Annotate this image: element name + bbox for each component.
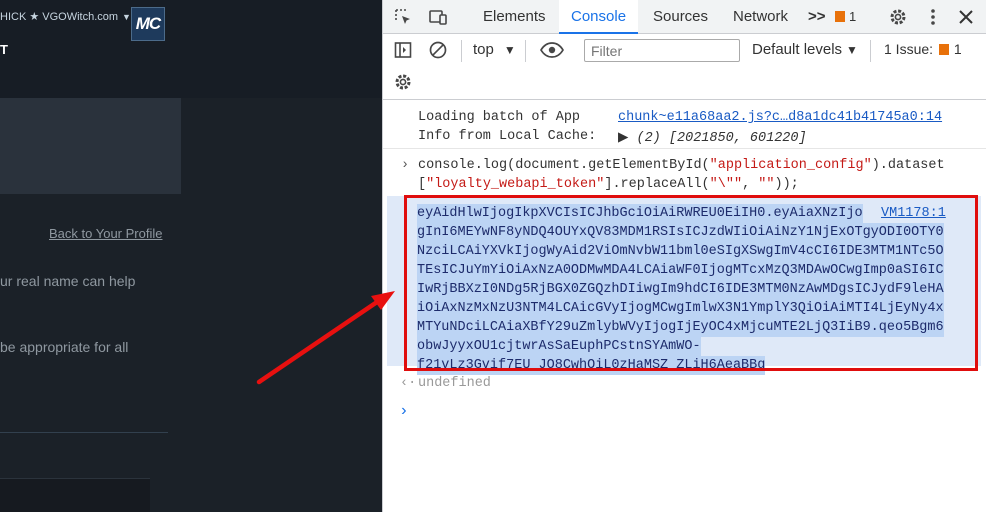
avatar[interactable]: MC <box>131 7 165 41</box>
kebab-menu-icon[interactable] <box>923 7 943 27</box>
filter-input[interactable] <box>584 39 740 62</box>
clear-console-icon[interactable] <box>428 40 448 60</box>
command-string: "loyalty_webapi_token" <box>426 177 605 192</box>
tab-elements[interactable]: Elements <box>483 0 546 33</box>
command-string: "application_config" <box>709 158 872 173</box>
help-text-line1: ur real name can help <box>0 273 136 289</box>
toolbar-separator <box>525 40 526 62</box>
command-line2: ["loyalty_webapi_token"].replaceAll("\""… <box>418 177 799 192</box>
tab-console[interactable]: Console <box>559 0 639 34</box>
sidebar-toggle-icon[interactable] <box>393 40 413 60</box>
tab-network[interactable]: Network <box>733 0 788 33</box>
log-levels-select[interactable]: Default levels ▼ <box>752 41 858 58</box>
issues-label: 1 Issue: <box>884 41 934 57</box>
command-text: [ <box>418 177 427 192</box>
log-array[interactable]: ▶ (2) [2021850, 601220] <box>618 129 807 146</box>
command-string: "\"" <box>709 177 743 192</box>
console-settings-gear-icon[interactable] <box>393 72 413 92</box>
steam-page: HICK ★ VGOWitch.com ▼ MC T Back to Your P… <box>0 0 382 512</box>
issue-flag-icon <box>938 44 949 55</box>
issues-link[interactable]: 1 Issue: 1 <box>884 41 962 57</box>
console-message: Loading batch of App Info from Local Cac… <box>383 110 986 149</box>
text-input[interactable] <box>0 478 150 512</box>
back-to-profile-link[interactable]: Back to Your Profile <box>49 226 162 241</box>
command-text: ).dataset <box>871 158 945 173</box>
nav-label[interactable]: T <box>0 42 8 57</box>
prompt-chevron-icon: › <box>399 402 409 420</box>
dropdown-arrow-icon: ▼ <box>846 43 858 57</box>
console-toolbar: top▼ Default levels▼ 1 Issue: 1 <box>383 34 986 100</box>
log-source-link[interactable]: chunk~e11a68aa2.js?c…d8a1dc41b41745a0:14 <box>618 110 942 125</box>
console-return: ‹· undefined <box>383 376 986 396</box>
user-menu[interactable]: HICK ★ VGOWitch.com ▼ <box>0 10 131 23</box>
close-icon[interactable] <box>956 7 976 27</box>
caret-down-icon: ▼ <box>122 12 131 22</box>
issues-badge-count: 1 <box>849 9 857 24</box>
user-menu-label: HICK ★ VGOWitch.com <box>0 11 119 23</box>
console-command: › console.log(document.getElementById("a… <box>383 158 986 196</box>
log-text-line2: Info from Local Cache: <box>418 129 597 144</box>
console-prompt[interactable]: › <box>383 402 986 424</box>
annotation-red-box <box>404 195 978 371</box>
profile-panel <box>0 98 181 194</box>
live-expression-eye-icon[interactable] <box>539 40 565 60</box>
prompt-chevron-icon: › <box>401 158 410 173</box>
more-tabs-button[interactable]: >> <box>808 0 826 33</box>
expand-triangle-icon: ▶ <box>618 131 637 146</box>
return-value: undefined <box>418 376 491 391</box>
return-arrow-icon: ‹· <box>400 376 417 391</box>
command-line1: console.log(document.getElementById("app… <box>418 158 945 173</box>
context-select-value: top <box>473 41 494 58</box>
log-levels-value: Default levels <box>752 41 843 58</box>
log-text-line1: Loading batch of App <box>418 110 581 125</box>
toolbar-separator <box>461 40 462 62</box>
toolbar-separator <box>870 40 871 62</box>
dropdown-arrow-icon: ▼ <box>503 43 516 57</box>
tab-sources[interactable]: Sources <box>653 0 708 33</box>
devtools-tabbar: Elements Console Sources Network >> 1 <box>383 0 986 34</box>
device-toolbar-icon[interactable] <box>428 7 448 27</box>
issues-badge[interactable]: 1 <box>835 9 856 24</box>
devtools-panel: Elements Console Sources Network >> 1 to… <box>382 0 986 512</box>
command-text: console.log(document.getElementById( <box>418 158 710 173</box>
divider <box>0 432 168 433</box>
inspect-element-icon[interactable] <box>393 7 413 27</box>
log-array-value: (2) [2021850, 601220] <box>636 131 807 146</box>
settings-gear-icon[interactable] <box>888 7 908 27</box>
help-text-line2: be appropriate for all <box>0 339 129 355</box>
command-text: , <box>742 177 759 192</box>
command-text: ].replaceAll( <box>604 177 710 192</box>
context-select[interactable]: top ▼ <box>473 41 516 58</box>
issue-flag-icon <box>835 11 845 22</box>
issues-count: 1 <box>953 41 962 57</box>
command-string: "" <box>758 177 775 192</box>
console-output: Loading batch of App Info from Local Cac… <box>383 100 986 512</box>
command-text: )); <box>774 177 799 192</box>
